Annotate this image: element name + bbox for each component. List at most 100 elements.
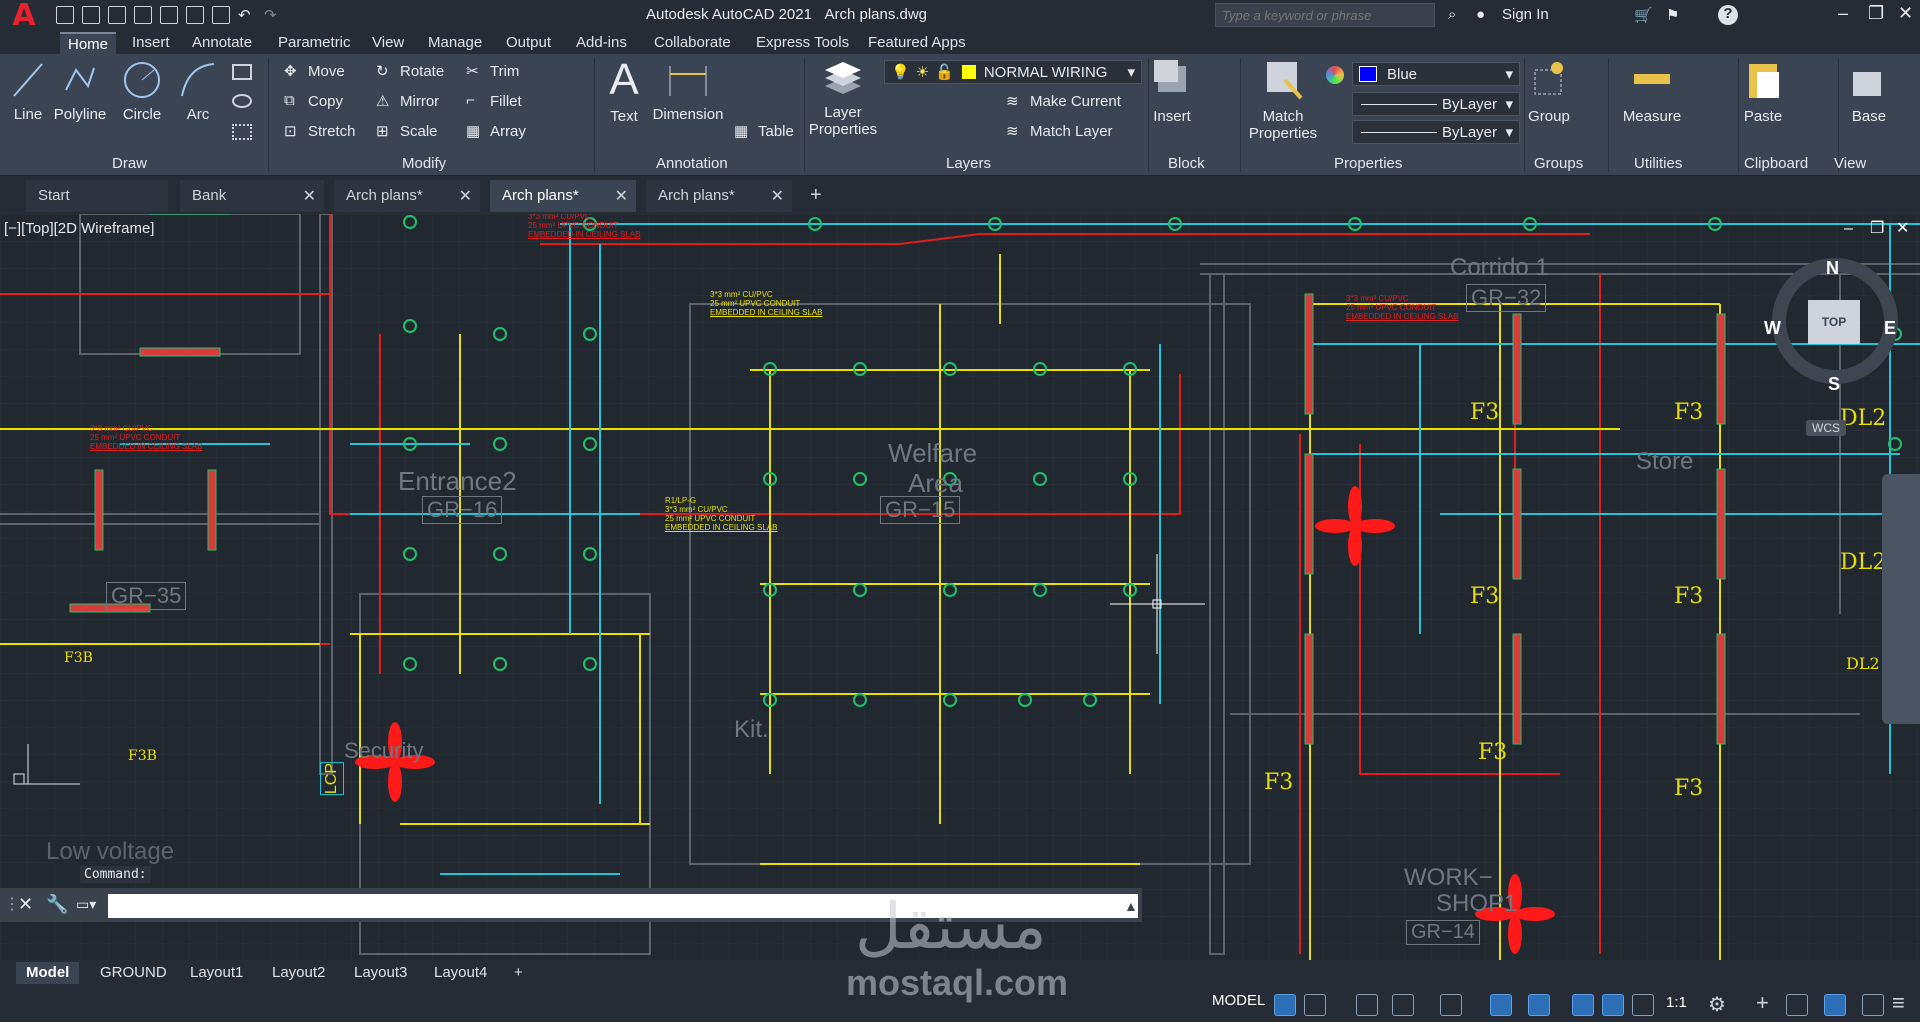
viewport-close-icon[interactable]: ✕ xyxy=(1896,218,1909,238)
plus-icon[interactable]: + xyxy=(1756,990,1769,1016)
drawing-canvas[interactable]: [−][Top][2D Wireframe] Entrance2 GR−16 W… xyxy=(0,214,1920,960)
insert-block-button[interactable]: Insert xyxy=(1150,58,1194,125)
search-input[interactable] xyxy=(1215,3,1435,27)
utilities-panel-title[interactable]: Utilities xyxy=(1634,155,1682,172)
auto-scale-icon[interactable] xyxy=(1602,994,1624,1016)
drawing-svg[interactable] xyxy=(0,214,1920,960)
linetype-dropdown[interactable]: ByLayer ▾ xyxy=(1352,92,1520,116)
help-icon[interactable]: ? xyxy=(1718,5,1738,25)
close-icon[interactable]: ✕ xyxy=(18,894,33,915)
file-tab-arch-plans-2[interactable]: Arch plans* ✕ xyxy=(490,180,636,212)
fillet-button[interactable]: ⌐ Fillet xyxy=(466,92,522,110)
tab-annotate[interactable]: Annotate xyxy=(184,32,260,54)
array-button[interactable]: ▦ Array xyxy=(466,122,526,141)
search-icon[interactable]: ⌕ xyxy=(1448,6,1456,23)
recent-commands-icon[interactable]: ▭▾ xyxy=(76,896,96,913)
restore-icon[interactable]: ❐ xyxy=(1868,3,1884,24)
close-icon[interactable]: ✕ xyxy=(303,186,316,206)
properties-panel-title[interactable]: Properties xyxy=(1334,155,1402,172)
tab-parametric[interactable]: Parametric xyxy=(270,32,359,54)
save-icon[interactable] xyxy=(108,6,126,24)
grid-icon[interactable] xyxy=(1274,994,1296,1016)
base-view-button[interactable]: Base xyxy=(1844,58,1894,125)
group-button[interactable]: Group xyxy=(1526,58,1572,125)
annotation-scale-icon[interactable] xyxy=(1632,994,1654,1016)
hatch-icon[interactable] xyxy=(232,124,252,140)
paste-button[interactable]: Paste xyxy=(1740,58,1786,125)
chevron-up-icon[interactable]: ▲ xyxy=(1124,898,1138,914)
viewport-controls[interactable]: [−][Top][2D Wireframe] xyxy=(4,220,154,237)
polar-icon[interactable] xyxy=(1392,994,1414,1016)
match-properties-button[interactable]: Match Properties xyxy=(1246,58,1320,142)
dimension-button[interactable]: Dimension xyxy=(650,60,726,123)
layer-properties-button[interactable]: Layer Properties xyxy=(808,58,878,138)
close-icon[interactable]: ✕ xyxy=(1898,3,1913,24)
color-wheel-icon[interactable] xyxy=(1326,66,1344,84)
customization-menu-icon[interactable]: ≡ xyxy=(1892,990,1905,1016)
snap-icon[interactable] xyxy=(1304,994,1326,1016)
view-panel-title[interactable]: View xyxy=(1834,155,1866,172)
file-tab-bank[interactable]: Bank ✕ xyxy=(180,180,324,212)
measure-button[interactable]: Measure xyxy=(1620,58,1684,125)
modify-panel-title[interactable]: Modify xyxy=(402,155,446,172)
tab-model[interactable]: Model xyxy=(16,962,80,984)
move-button[interactable]: ✥ Move xyxy=(284,62,345,81)
viewcube-east[interactable]: E xyxy=(1884,318,1896,339)
wcs-menu[interactable]: WCS xyxy=(1806,420,1846,436)
file-tab-start[interactable]: Start xyxy=(26,180,168,212)
new-file-icon[interactable] xyxy=(56,6,74,24)
circle-button[interactable]: Circle xyxy=(118,60,166,123)
trim-button[interactable]: ✂ Trim xyxy=(466,62,519,81)
object-snap-icon[interactable] xyxy=(1528,994,1550,1016)
tab-home[interactable]: Home xyxy=(60,32,117,54)
annotation-visibility-icon[interactable] xyxy=(1572,994,1594,1016)
file-tab-arch-plans-3[interactable]: Arch plans* ✕ xyxy=(646,180,792,212)
arc-button[interactable]: Arc xyxy=(176,60,220,123)
tab-express-tools[interactable]: Express Tools xyxy=(748,32,857,54)
tab-layout3[interactable]: Layout3 xyxy=(344,962,417,984)
layer-dropdown[interactable]: 💡 ☀ 🔓 NORMAL WIRING ▾ xyxy=(884,60,1142,84)
sign-in-link[interactable]: Sign In xyxy=(1502,6,1549,23)
open-file-icon[interactable] xyxy=(82,6,100,24)
object-snap-tracking-icon[interactable] xyxy=(1490,994,1512,1016)
clipboard-panel-title[interactable]: Clipboard xyxy=(1744,155,1808,172)
tab-insert[interactable]: Insert xyxy=(124,32,178,54)
layers-panel-title[interactable]: Layers xyxy=(946,155,991,172)
save-as-icon[interactable] xyxy=(134,6,152,24)
polyline-button[interactable]: Polyline xyxy=(52,60,108,123)
undo-icon[interactable]: ↶ xyxy=(238,6,256,24)
tab-add-ins[interactable]: Add-ins xyxy=(568,32,635,54)
rotate-button[interactable]: ↻ Rotate xyxy=(376,62,444,81)
tab-featured-apps[interactable]: Featured Apps xyxy=(860,32,974,54)
mirror-button[interactable]: ⚠ Mirror xyxy=(376,92,439,111)
save-web-icon[interactable] xyxy=(186,6,204,24)
rectangle-icon[interactable] xyxy=(232,64,252,80)
table-button[interactable]: ▦ Table xyxy=(734,122,794,141)
file-tab-arch-plans-1[interactable]: Arch plans* ✕ xyxy=(334,180,480,212)
tab-collaborate[interactable]: Collaborate xyxy=(646,32,739,54)
close-icon[interactable]: ✕ xyxy=(615,186,628,206)
clean-screen-icon[interactable] xyxy=(1862,994,1884,1016)
hardware-acceleration-icon[interactable] xyxy=(1824,994,1846,1016)
viewcube-top-face[interactable]: TOP xyxy=(1808,300,1860,344)
add-layout-button[interactable]: + xyxy=(504,962,533,984)
tab-layout2[interactable]: Layout2 xyxy=(262,962,335,984)
tab-output[interactable]: Output xyxy=(498,32,559,54)
redo-icon[interactable]: ↷ xyxy=(264,6,282,24)
close-icon[interactable]: ✕ xyxy=(459,186,472,206)
viewcube-south[interactable]: S xyxy=(1828,374,1840,395)
plot-icon[interactable] xyxy=(212,6,230,24)
tab-ground[interactable]: GROUND xyxy=(90,962,177,984)
draw-panel-title[interactable]: Draw xyxy=(112,155,147,172)
make-current-button[interactable]: ≋ Make Current xyxy=(1006,92,1121,111)
match-layer-button[interactable]: ≋ Match Layer xyxy=(1006,122,1113,141)
viewcube-west[interactable]: W xyxy=(1764,318,1781,339)
gear-icon[interactable]: ⚙ xyxy=(1708,992,1726,1017)
color-dropdown[interactable]: Blue ▾ xyxy=(1352,62,1520,86)
lineweight-dropdown[interactable]: ByLayer ▾ xyxy=(1352,120,1520,144)
wrench-icon[interactable]: 🔧 xyxy=(46,894,68,915)
annotation-scale-value[interactable]: 1:1 xyxy=(1666,994,1687,1011)
isodraft-icon[interactable] xyxy=(1440,994,1462,1016)
annotation-panel-title[interactable]: Annotation xyxy=(656,155,728,172)
scale-button[interactable]: ⊞ Scale xyxy=(376,122,438,141)
